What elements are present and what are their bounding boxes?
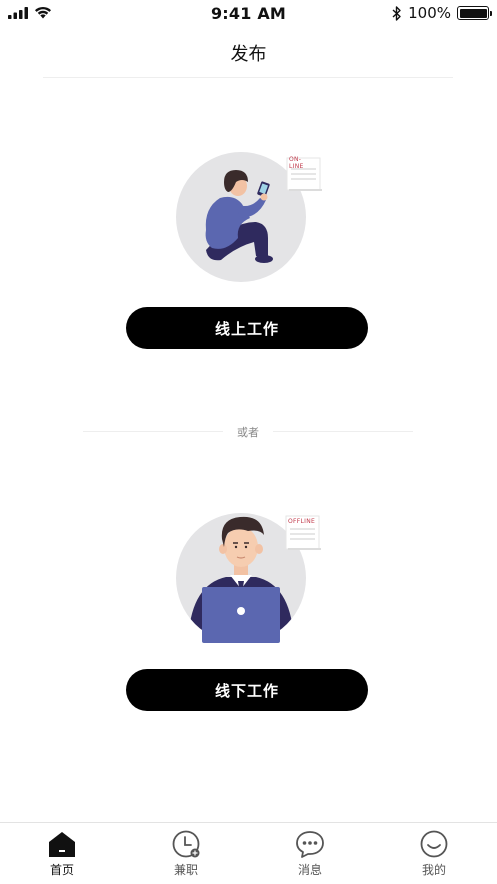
tab-messages[interactable]: 消息	[275, 829, 345, 881]
bluetooth-icon	[392, 5, 401, 21]
header-divider	[43, 77, 453, 78]
offline-tag: OFFLINE	[288, 518, 316, 525]
online-work-button[interactable]: 线上工作	[126, 307, 368, 349]
status-bar: 9:41 AM 100%	[0, 0, 497, 28]
battery-icon	[457, 6, 492, 20]
or-text: 或者	[237, 426, 259, 439]
tab-part-time[interactable]: 兼职	[151, 829, 221, 881]
message-icon	[296, 831, 324, 858]
status-right: 100%	[392, 4, 492, 22]
tab-bar: 首页 兼职 消息 我的	[0, 822, 497, 884]
tab-part-time-label: 兼职	[173, 863, 198, 877]
battery-percent: 100%	[408, 4, 451, 22]
online-tag: ON-LINE	[289, 156, 304, 170]
tab-profile-label: 我的	[421, 863, 446, 877]
person-with-laptop-icon	[188, 515, 321, 643]
tab-home-label: 首页	[49, 863, 74, 877]
tab-profile[interactable]: 我的	[399, 829, 469, 881]
offline-work-illustration: OFFLINE	[176, 513, 321, 643]
smile-icon	[420, 830, 448, 858]
offline-work-button[interactable]: 线下工作	[126, 669, 368, 711]
tab-messages-label: 消息	[297, 863, 322, 877]
home-icon	[49, 832, 75, 857]
clock-icon	[172, 830, 200, 858]
person-with-phone-icon	[205, 157, 322, 263]
online-work-illustration: ON-LINE	[176, 152, 322, 282]
or-divider: 或者	[83, 423, 413, 439]
tab-home[interactable]: 首页	[27, 829, 97, 881]
page-title: 发布	[230, 44, 267, 65]
battery-fill	[459, 8, 487, 18]
divider-line-right	[273, 431, 413, 432]
